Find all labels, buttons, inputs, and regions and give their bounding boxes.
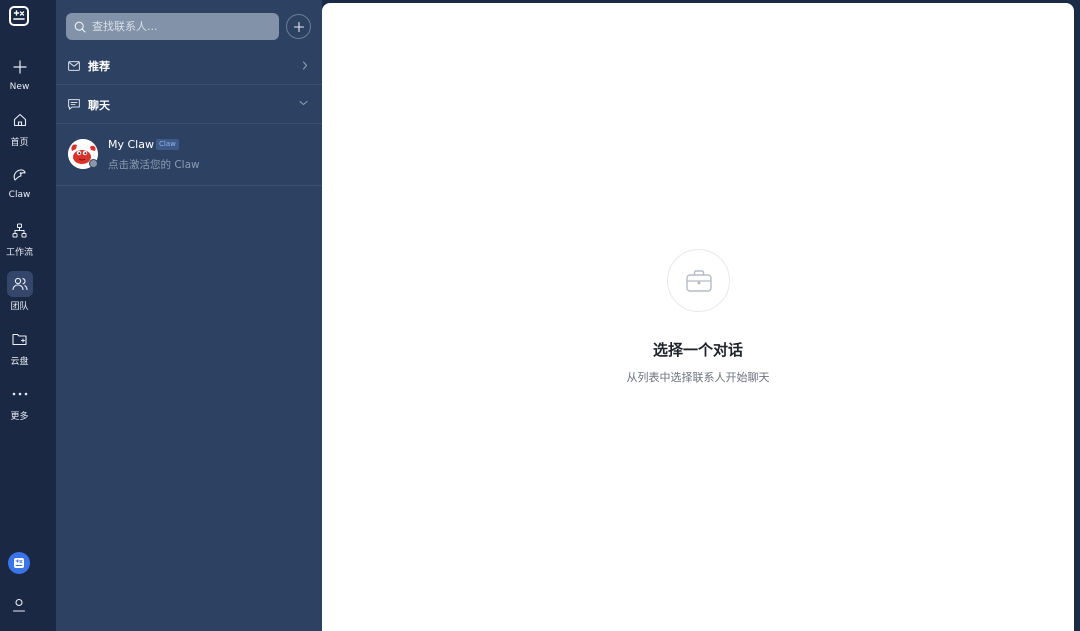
plus-icon <box>293 21 304 32</box>
rail-item-label: 云盘 <box>10 357 29 367</box>
rail-item-label: 更多 <box>10 412 29 422</box>
section-chat[interactable]: 聊天 <box>56 86 322 124</box>
rail-item-workflow[interactable]: 工作流 <box>0 217 39 258</box>
rail-item-label: 首页 <box>10 138 29 148</box>
rail-item-label: 团队 <box>10 302 29 312</box>
plus-icon <box>7 54 33 80</box>
chevron-right-icon <box>302 61 308 70</box>
status-dot <box>89 159 98 168</box>
search-box[interactable] <box>66 13 279 40</box>
empty-state-subtitle: 从列表中选择联系人开始聊天 <box>626 371 770 384</box>
empty-state-title: 选择一个对话 <box>652 341 743 359</box>
profile-icon[interactable] <box>10 596 28 614</box>
contact-subtitle: 点击激活您的 Claw <box>108 159 200 171</box>
left-rail: New 首页 Claw 工作流 团队 云盘 更多 <box>0 0 56 631</box>
list-item[interactable]: My Claw Claw 点击激活您的 Claw <box>56 125 322 186</box>
app-badge-icon[interactable] <box>8 552 30 574</box>
main-content: 选择一个对话 从列表中选择联系人开始聊天 <box>322 3 1074 631</box>
section-label: 聊天 <box>88 98 110 112</box>
rail-item-label: 工作流 <box>5 248 33 258</box>
chat-icon <box>68 99 80 110</box>
briefcase-icon <box>685 269 712 292</box>
section-label: 推荐 <box>88 59 110 73</box>
rail-item-home[interactable]: 首页 <box>0 107 39 148</box>
contact-name: My Claw <box>108 138 154 151</box>
contacts-panel: 推荐 聊天 M <box>56 0 322 631</box>
more-icon <box>7 381 33 407</box>
search-input[interactable] <box>92 20 272 33</box>
empty-state-illustration <box>667 249 730 312</box>
cloud-drive-icon <box>7 326 33 352</box>
mail-icon <box>68 60 80 71</box>
workflow-icon <box>7 217 33 243</box>
add-contact-button[interactable] <box>286 14 311 39</box>
rail-item-label: New <box>9 82 30 92</box>
rail-item-cloud-drive[interactable]: 云盘 <box>0 326 39 367</box>
search-icon <box>74 21 86 33</box>
app-logo-icon[interactable] <box>9 6 29 26</box>
section-recommended[interactable]: 推荐 <box>56 47 322 85</box>
rail-item-more[interactable]: 更多 <box>0 381 39 422</box>
claw-icon <box>7 162 33 188</box>
rail-item-new[interactable]: New <box>0 54 39 92</box>
rail-item-claw[interactable]: Claw <box>0 162 39 200</box>
home-icon <box>7 107 33 133</box>
contact-tag-badge: Claw <box>156 139 179 150</box>
team-icon <box>6 271 33 297</box>
chevron-down-icon <box>299 100 308 106</box>
rail-item-team[interactable]: 团队 <box>0 271 39 312</box>
rail-item-label: Claw <box>8 190 31 200</box>
app-window: New 首页 Claw 工作流 团队 云盘 更多 查找联系人... 推荐 聊天 … <box>0 0 1080 631</box>
